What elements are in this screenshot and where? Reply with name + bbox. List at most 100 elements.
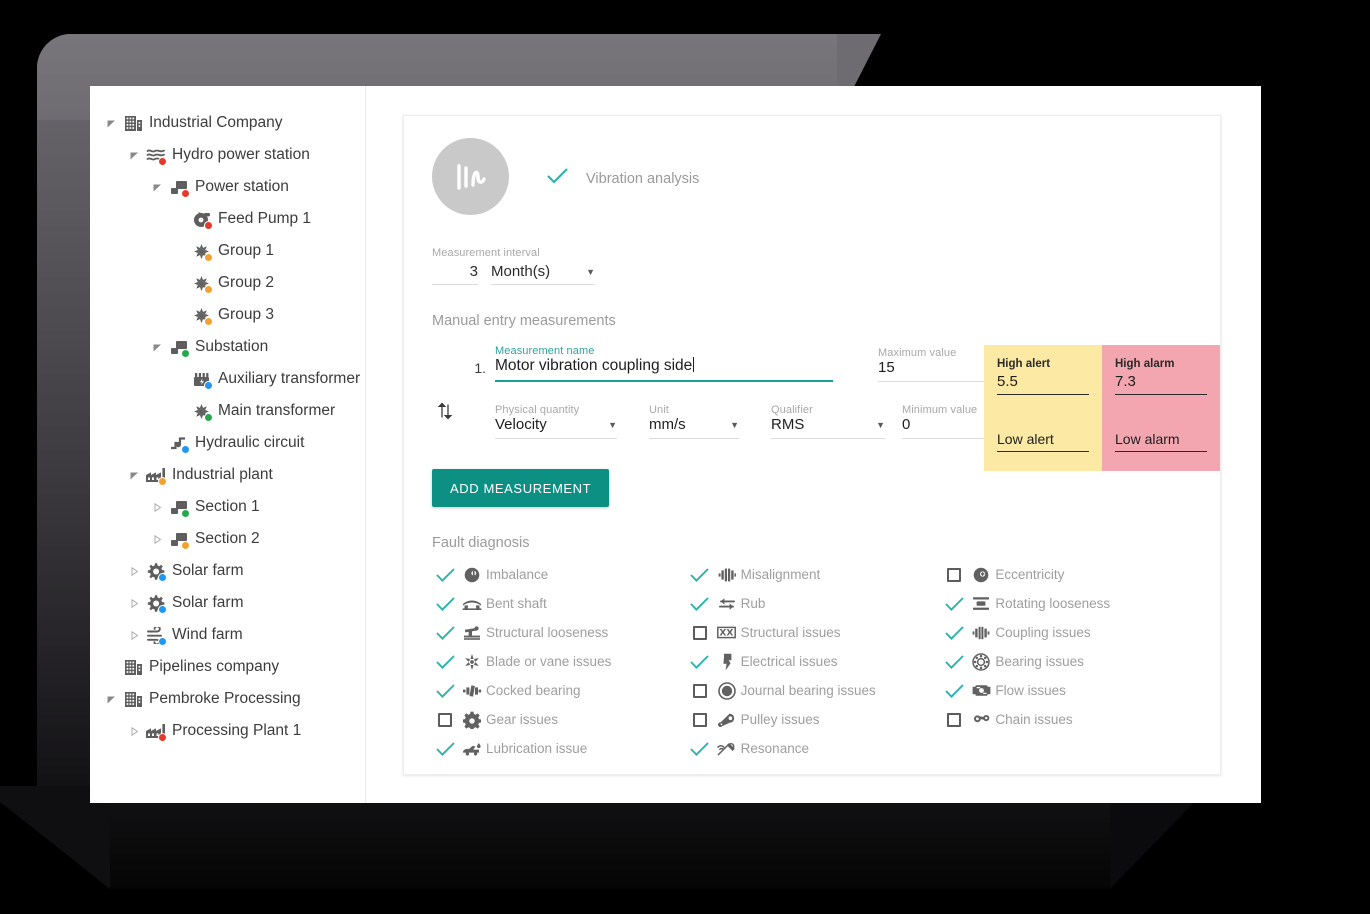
fault-item-structural-issues[interactable]: XX Structural issues <box>687 618 942 647</box>
tree-item-auxiliary-transformer[interactable]: Auxiliary transformer <box>90 363 365 395</box>
tree-item-section-2[interactable]: Section 2 <box>90 523 365 555</box>
tree-item-wind-farm[interactable]: Wind farm <box>90 619 365 651</box>
expand-triangle-icon[interactable] <box>127 724 141 738</box>
fault-item-coupling-issues[interactable]: Coupling issues <box>941 618 1196 647</box>
physical-quantity-select[interactable]: Velocity ▼ <box>495 416 617 439</box>
fault-item-bearing-issues[interactable]: Bearing issues <box>941 647 1196 676</box>
tree-item-feed-pump-1[interactable]: Feed Pump 1 <box>90 203 365 235</box>
gear-icon <box>458 711 486 729</box>
add-measurement-button[interactable]: ADD MEASUREMENT <box>432 469 610 507</box>
checkbox-unchecked[interactable] <box>941 567 967 582</box>
interval-value-input[interactable]: 3 <box>432 263 478 285</box>
fault-item-label: Rub <box>740 596 766 611</box>
low-alert-input[interactable]: Low alert <box>997 431 1089 452</box>
tree-item-label: Feed Pump 1 <box>218 210 312 228</box>
checkbox-checked[interactable] <box>687 654 713 669</box>
fault-item-eccentricity[interactable]: Eccentricity <box>941 560 1196 589</box>
checkbox-checked[interactable] <box>432 596 458 611</box>
qualifier-select[interactable]: RMS ▼ <box>771 416 885 439</box>
high-alarm-input[interactable]: 7.3 <box>1115 373 1207 395</box>
high-alert-input[interactable]: 5.5 <box>997 373 1089 395</box>
turbine-icon <box>191 241 213 262</box>
reorder-arrows-icon[interactable] <box>428 345 462 439</box>
tree-item-power-station[interactable]: Power station <box>90 171 365 203</box>
chevron-down-icon: ▼ <box>730 419 739 430</box>
tree-item-group-2[interactable]: Group 2 <box>90 267 365 299</box>
checkbox-checked[interactable] <box>941 683 967 698</box>
expand-triangle-icon[interactable] <box>127 596 141 610</box>
fault-item-journal-bearing-issues[interactable]: Journal bearing issues <box>687 676 942 705</box>
tree-item-hydraulic-circuit[interactable]: Hydraulic circuit <box>90 427 365 459</box>
collapse-triangle-icon[interactable] <box>150 340 164 354</box>
expand-triangle-icon[interactable] <box>127 564 141 578</box>
checkbox-checked[interactable] <box>941 654 967 669</box>
qualifier-value: RMS <box>771 416 805 433</box>
fault-item-structural-looseness[interactable]: Structural looseness <box>432 618 687 647</box>
checkbox-unchecked[interactable] <box>941 712 967 727</box>
collapse-triangle-icon[interactable] <box>150 180 164 194</box>
checkbox-checked[interactable] <box>432 741 458 756</box>
checkbox-checked[interactable] <box>687 596 713 611</box>
checkbox-checked[interactable] <box>432 625 458 640</box>
tree-item-substation[interactable]: Substation <box>90 331 365 363</box>
interval-unit-select[interactable]: Month(s) ▼ <box>491 263 595 285</box>
status-dot <box>158 637 167 646</box>
tree-item-industrial-company[interactable]: Industrial Company <box>90 107 365 139</box>
checkbox-checked[interactable] <box>687 741 713 756</box>
tree-item-main-transformer[interactable]: Main transformer <box>90 395 365 427</box>
fault-item-pulley-issues[interactable]: Pulley issues <box>687 705 942 734</box>
unit-select[interactable]: mm/s ▼ <box>649 416 739 439</box>
tree-item-pipelines-company[interactable]: Pipelines company <box>90 651 365 683</box>
checkbox-checked[interactable] <box>432 683 458 698</box>
expand-triangle-icon[interactable] <box>150 500 164 514</box>
tree-item-group-1[interactable]: Group 1 <box>90 235 365 267</box>
collapse-triangle-icon[interactable] <box>127 468 141 482</box>
tree-item-hydro-power-station[interactable]: Hydro power station <box>90 139 365 171</box>
fault-item-bent-shaft[interactable]: Bent shaft <box>432 589 687 618</box>
tree-item-group-3[interactable]: Group 3 <box>90 299 365 331</box>
fault-item-misalignment[interactable]: Misalignment <box>687 560 942 589</box>
expand-triangle-icon[interactable] <box>150 532 164 546</box>
checkbox-checked[interactable] <box>941 625 967 640</box>
fault-item-electrical-issues[interactable]: Electrical issues <box>687 647 942 676</box>
fault-item-lubrication-issue[interactable]: Lubrication issue <box>432 734 687 763</box>
fault-item-label: Eccentricity <box>995 567 1065 582</box>
tree-item-solar-farm[interactable]: Solar farm <box>90 555 365 587</box>
fault-item-flow-issues[interactable]: Flow issues <box>941 676 1196 705</box>
checkbox-checked[interactable] <box>432 654 458 669</box>
tree-item-processing-plant-1[interactable]: Processing Plant 1 <box>90 715 365 747</box>
checkbox-unchecked[interactable] <box>687 712 713 727</box>
tree-item-section-1[interactable]: Section 1 <box>90 491 365 523</box>
high-alert-label: High alert <box>997 358 1051 370</box>
expand-triangle-icon[interactable] <box>127 628 141 642</box>
fault-item-blade-or-vane-issues[interactable]: Blade or vane issues <box>432 647 687 676</box>
collapse-triangle-icon[interactable] <box>104 116 118 130</box>
eccentricity-icon <box>967 566 995 584</box>
tree-item-solar-farm[interactable]: Solar farm <box>90 587 365 619</box>
measurement-name-input[interactable]: Motor vibration coupling side <box>495 357 833 382</box>
checkbox-checked[interactable] <box>687 567 713 582</box>
fault-item-resonance[interactable]: Resonance <box>687 734 942 763</box>
physical-quantity-label: Physical quantity <box>495 404 580 416</box>
measurement-index: 1. <box>474 360 486 376</box>
fault-item-gear-issues[interactable]: Gear issues <box>432 705 687 734</box>
fault-item-chain-issues[interactable]: Chain issues <box>941 705 1196 734</box>
fault-item-label: Structural issues <box>740 625 841 640</box>
fault-item-rub[interactable]: Rub <box>687 589 942 618</box>
low-alarm-input[interactable]: Low alarm <box>1115 431 1207 452</box>
checkbox-unchecked[interactable] <box>432 712 458 727</box>
fault-item-imbalance[interactable]: Imbalance <box>432 560 687 589</box>
fault-item-cocked-bearing[interactable]: Cocked bearing <box>432 676 687 705</box>
status-dot <box>204 221 213 230</box>
checkbox-checked[interactable] <box>941 596 967 611</box>
tree-item-label: Group 3 <box>218 306 275 324</box>
checkbox-unchecked[interactable] <box>687 625 713 640</box>
checkbox-checked[interactable] <box>432 567 458 582</box>
checkbox-unchecked[interactable] <box>687 683 713 698</box>
asset-tree-panel[interactable]: Industrial Company Hydro power station Pow… <box>90 86 366 803</box>
collapse-triangle-icon[interactable] <box>127 148 141 162</box>
tree-item-pembroke-processing[interactable]: Pembroke Processing <box>90 683 365 715</box>
collapse-triangle-icon[interactable] <box>104 692 118 706</box>
fault-item-rotating-looseness[interactable]: Rotating looseness <box>941 589 1196 618</box>
tree-item-industrial-plant[interactable]: Industrial plant <box>90 459 365 491</box>
